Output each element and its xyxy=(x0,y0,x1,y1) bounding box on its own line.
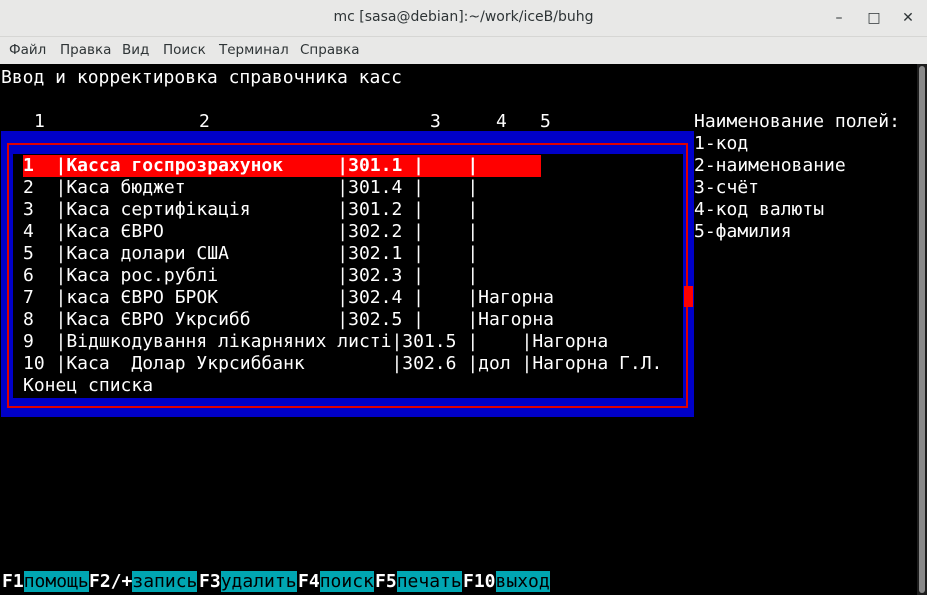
legend-item: 4-код валюты xyxy=(694,199,825,220)
fkey-label: выход xyxy=(495,571,550,592)
list-row[interactable]: 3 |Каса сертифікація |301.2 | | xyxy=(23,199,478,221)
legend-item: 3-счёт xyxy=(694,177,760,198)
list-row[interactable]: 6 |Каса рос.рублі |302.3 | | xyxy=(23,265,478,287)
list-row-selected[interactable]: 1 |Касса госпрозрахунок |301.1 | | xyxy=(23,155,478,177)
menu-view[interactable]: Вид xyxy=(122,42,149,58)
fkey-label: печать xyxy=(396,571,462,592)
column-number: 4 xyxy=(496,111,507,132)
legend-title: Наименование полей: xyxy=(694,111,900,132)
window-title: mc [sasa@debian]:~/work/iceB/buhg xyxy=(333,9,594,25)
list-row[interactable]: 8 |Каса ЄВРО Укрсибб |302.5 | |Нагорна xyxy=(23,309,554,331)
menu-edit[interactable]: Правка xyxy=(60,42,111,58)
list-row[interactable]: 2 |Каса бюджет |301.4 | | xyxy=(23,177,478,199)
menu-help[interactable]: Справка xyxy=(300,42,359,58)
terminal-scrollbar[interactable] xyxy=(917,64,927,595)
list-footer: Конец списка xyxy=(23,375,154,396)
list-row[interactable]: 5 |Каса долари США |302.1 | | xyxy=(23,243,478,265)
menu-file[interactable]: Файл xyxy=(9,42,46,58)
maximize-icon[interactable]: □ xyxy=(864,8,884,28)
fkey-f3[interactable]: F3удалить xyxy=(199,571,297,593)
column-number: 2 xyxy=(199,111,210,132)
fkey-key: F2/+ xyxy=(89,571,133,592)
list-row[interactable]: 4 |Каса ЄВРО |302.2 | | xyxy=(23,221,478,243)
fkey-f4[interactable]: F4поиск xyxy=(298,571,374,593)
fkey-f1[interactable]: F1помощь xyxy=(2,571,89,593)
fkey-label: помощь xyxy=(23,571,89,592)
fkey-key: F3 xyxy=(199,571,221,592)
fkey-label: поиск xyxy=(319,571,374,592)
legend-item: 1-код xyxy=(694,133,749,154)
fkey-f10[interactable]: F10выход xyxy=(463,571,550,593)
menu-terminal[interactable]: Терминал xyxy=(219,42,289,58)
fkey-label: удалить xyxy=(220,571,297,592)
window-titlebar: mc [sasa@debian]:~/work/iceB/buhg – □ ✕ xyxy=(0,0,927,37)
minimize-icon[interactable]: – xyxy=(829,8,849,28)
fkey-key: F5 xyxy=(375,571,397,592)
column-number: 5 xyxy=(540,111,551,132)
list-scroll-indicator xyxy=(684,286,693,307)
fkey-key: F10 xyxy=(463,571,496,592)
close-icon[interactable]: ✕ xyxy=(898,8,918,28)
fkey-key: F1 xyxy=(2,571,24,592)
menu-search[interactable]: Поиск xyxy=(163,42,206,58)
legend-item: 5-фамилия xyxy=(694,221,792,242)
column-number: 3 xyxy=(430,111,441,132)
fkey-f2[interactable]: F2/+запись xyxy=(89,571,198,593)
list-row[interactable]: 10 |Каса Долар Укрсиббанк |302.6 |дол |Н… xyxy=(23,353,662,375)
screen-heading: Ввод и корректировка справочника касс xyxy=(1,67,402,88)
fkey-key: F4 xyxy=(298,571,320,592)
list-row[interactable]: 7 |каса ЄВРО БРОК |302.4 | |Нагорна xyxy=(23,287,554,309)
scrollbar-thumb[interactable] xyxy=(919,66,925,593)
fkey-label: запись xyxy=(132,571,198,592)
legend-item: 2-наименование xyxy=(694,155,846,176)
menu-bar: Файл Правка Вид Поиск Терминал Справка xyxy=(0,37,927,64)
fkey-f5[interactable]: F5печать xyxy=(375,571,462,593)
column-number: 1 xyxy=(34,111,45,132)
list-row[interactable]: 9 |Відшкодування лікарняних листі|301.5 … xyxy=(23,331,608,353)
